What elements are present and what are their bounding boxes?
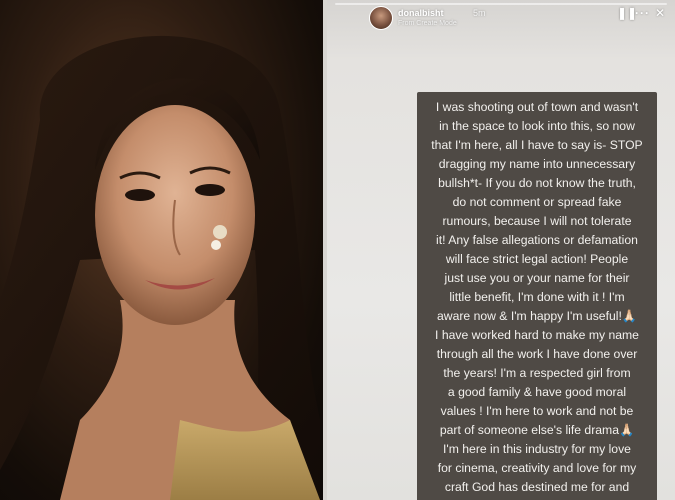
story-panel: donalbisht 5m From Create Mode ❚❚ ··· ✕ … [327, 0, 675, 500]
more-options-icon[interactable]: ··· [635, 6, 650, 20]
story-text-line: little benefit, I'm done with it ! I'm [449, 290, 625, 304]
story-text-line: part of someone else's life drama🙏🏻 [439, 423, 635, 437]
story-source-label: From Create Mode [398, 20, 457, 27]
story-text-line: I was shooting out of town and wasn't [435, 100, 639, 114]
story-text-line: will face strict legal action! People [445, 252, 629, 266]
story-text-line: I have worked hard to make my name [435, 328, 639, 342]
story-text-line: craft God has destined me for and [444, 480, 630, 494]
story-text-line: just use you or your name for their [444, 271, 630, 285]
story-text-line: aware now & I'm happy I'm useful!🙏🏻 [436, 309, 638, 323]
story-progress-bar [335, 3, 667, 5]
story-text-box: I was shooting out of town and wasn't in… [417, 92, 657, 500]
story-timestamp: 5m [473, 8, 486, 18]
portrait-photo [0, 0, 323, 500]
story-text-line: the years! I'm a respected girl from [443, 366, 631, 380]
username[interactable]: donalbisht [398, 8, 444, 18]
story-text-line: rumours, because I will not tolerate [442, 214, 632, 228]
story-text-line: in the space to look into this, so now [439, 119, 635, 133]
story-text-line: bullsh*t- If you do not know the truth, [438, 176, 636, 190]
story-text-line: I'm here in this industry for my love [443, 442, 631, 456]
story-text-line: a good family & have good moral [447, 385, 627, 399]
story-text-line: that I'm here, all I have to say is- STO… [431, 138, 643, 152]
story-text-line: dragging my name into unnecessary [438, 157, 636, 171]
close-icon[interactable]: ✕ [655, 6, 665, 20]
story-text-line: it! Any false allegations or defamation [436, 233, 638, 247]
story-text-line: for cinema, creativity and love for my [437, 461, 637, 475]
portrait-illustration [0, 35, 320, 500]
story-text-line: values ! I'm here to work and not be [440, 404, 634, 418]
story-text-line: through all the work I have done over [436, 347, 638, 361]
avatar[interactable] [369, 6, 393, 30]
story-text-line: do not comment or spread fake [452, 195, 622, 209]
